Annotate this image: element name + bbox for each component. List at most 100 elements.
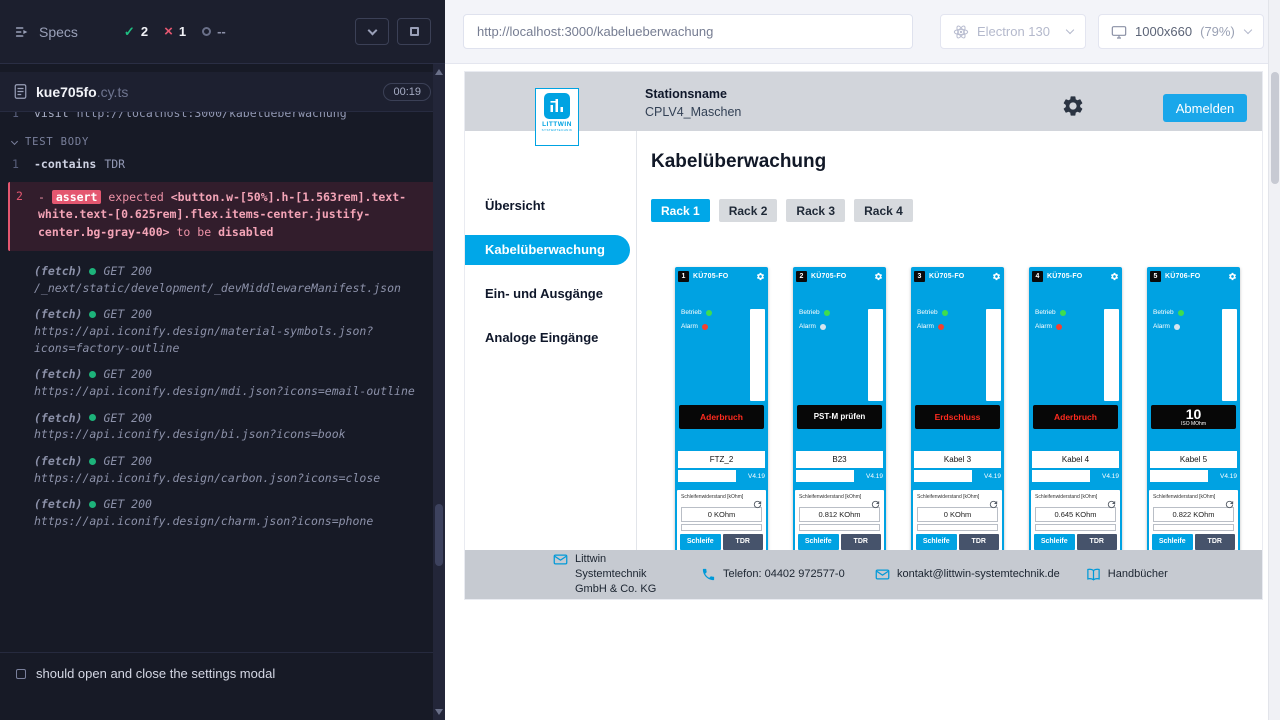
- cable-monitor-card: 1 KÜ705-FO Betrieb Alarm: [675, 267, 768, 550]
- cable-name-box[interactable]: Kabel 5: [1150, 451, 1237, 468]
- stop-tests-button[interactable]: [397, 18, 431, 45]
- sidebar-nav-item[interactable]: Kabelüberwachung: [465, 235, 630, 265]
- tdr-button[interactable]: TDR: [1077, 534, 1118, 550]
- cable-secondary-row: V4.19: [1032, 470, 1119, 482]
- schleife-button[interactable]: Schleife: [1034, 534, 1075, 550]
- scrollbar-thumb[interactable]: [435, 504, 443, 566]
- module-status-button[interactable]: 10 ISO MOhm: [1151, 405, 1236, 429]
- logout-button[interactable]: Abmelden: [1163, 94, 1247, 122]
- visit-command[interactable]: 1 visit http://localhost:3000/kabelueber…: [12, 112, 435, 122]
- footer-item[interactable]: Telefon: 04402 972577-0: [701, 567, 849, 582]
- module-gear-icon[interactable]: [992, 272, 1001, 281]
- schleife-button[interactable]: Schleife: [798, 534, 839, 550]
- specs-toggle[interactable]: Specs: [14, 24, 78, 40]
- refresh-icon[interactable]: [1106, 499, 1117, 510]
- rack-tab[interactable]: Rack 4: [854, 199, 913, 222]
- settings-gear-icon[interactable]: [1061, 94, 1085, 123]
- sidebar-nav-item[interactable]: Analoge Eingänge: [465, 323, 636, 353]
- status-subtext: ISO MOhm: [1181, 421, 1206, 427]
- failed-assert-command[interactable]: 2 - assert expected <button.w-[50%].h-[1…: [8, 182, 435, 251]
- viewport-zoom: (79%): [1200, 24, 1235, 39]
- module-status-button[interactable]: Erdschluss: [915, 405, 1000, 429]
- module-gear-icon[interactable]: [756, 272, 765, 281]
- viewport-selector[interactable]: 1000x660 (79%): [1098, 14, 1264, 49]
- spec-timer: 00:19: [383, 83, 431, 101]
- footer-text: kontakt@littwin-systemtechnik.de: [897, 567, 1060, 582]
- schleife-button[interactable]: Schleife: [1152, 534, 1193, 550]
- cable-name-box[interactable]: B23: [796, 451, 883, 468]
- cable-name-box[interactable]: FTZ_2: [678, 451, 765, 468]
- scroll-up-arrow[interactable]: [435, 69, 443, 75]
- tdr-button[interactable]: TDR: [959, 534, 1000, 550]
- module-status-button[interactable]: PST-M prüfen: [797, 405, 882, 429]
- footer-item[interactable]: kontakt@littwin-systemtechnik.de: [875, 567, 1060, 582]
- fetch-log-entry[interactable]: (fetch) GET 200 https://api.iconify.desi…: [12, 306, 435, 356]
- specs-icon: [14, 24, 30, 40]
- cable-name-box[interactable]: Kabel 3: [914, 451, 1001, 468]
- module-status-button[interactable]: Aderbruch: [679, 405, 764, 429]
- schleife-button[interactable]: Schleife: [916, 534, 957, 550]
- footer-icon: [875, 567, 890, 582]
- refresh-icon[interactable]: [752, 499, 763, 510]
- cable-secondary-row: V4.19: [1150, 470, 1237, 482]
- scroll-down-arrow[interactable]: [435, 709, 443, 715]
- url-input[interactable]: http://localhost:3000/kabelueberwachung: [463, 14, 913, 49]
- panel-buttons: Schleife TDR: [798, 534, 881, 550]
- level-meter: [986, 309, 1001, 401]
- fetch-log-entry[interactable]: (fetch) GET 200 https://api.iconify.desi…: [12, 410, 435, 443]
- spec-header[interactable]: kue705fo.cy.ts 00:19: [0, 72, 445, 112]
- fetch-head: (fetch) GET 200: [34, 453, 435, 470]
- stat-failed: ×1: [164, 23, 186, 40]
- alarm-led: [702, 324, 708, 330]
- electron-icon: [953, 24, 969, 40]
- rack-tab[interactable]: Rack 1: [651, 199, 710, 222]
- fetch-head: (fetch) GET 200: [34, 263, 435, 280]
- fetch-log-entry[interactable]: (fetch) GET 200 https://api.iconify.desi…: [12, 366, 435, 399]
- refresh-icon[interactable]: [1224, 499, 1235, 510]
- cable-name-box[interactable]: Kabel 4: [1032, 451, 1119, 468]
- module-status-button[interactable]: Aderbruch: [1033, 405, 1118, 429]
- runner-scrollbar[interactable]: [433, 64, 445, 720]
- module-gear-icon[interactable]: [1110, 272, 1119, 281]
- module-title: KÜ705-FO: [929, 273, 964, 280]
- page-title: Kabelüberwachung: [651, 151, 1262, 177]
- sidebar-nav-item[interactable]: Ein- und Ausgänge: [465, 279, 636, 309]
- collapsed-test-row[interactable]: should open and close the settings modal: [0, 652, 433, 694]
- fetch-log-entry[interactable]: (fetch) GET 200 https://api.iconify.desi…: [12, 496, 435, 529]
- page-scrollbar[interactable]: [1268, 0, 1280, 720]
- refresh-icon[interactable]: [988, 499, 999, 510]
- status-text: Aderbruch: [1054, 413, 1097, 422]
- refresh-icon[interactable]: [870, 499, 881, 510]
- rack-tab[interactable]: Rack 3: [786, 199, 845, 222]
- footer-item[interactable]: Handbücher: [1086, 567, 1168, 582]
- fetch-url: /_next/static/development/_devMiddleware…: [34, 280, 435, 297]
- browser-selector[interactable]: Electron 130: [940, 14, 1086, 49]
- level-meter: [868, 309, 883, 401]
- test-body-header[interactable]: TEST BODY: [12, 136, 435, 148]
- fetch-status: GET 200: [103, 453, 151, 470]
- tdr-button[interactable]: TDR: [1195, 534, 1236, 550]
- tdr-button[interactable]: TDR: [841, 534, 882, 550]
- alarm-led: [1056, 324, 1062, 330]
- betrieb-label: Betrieb: [1035, 309, 1056, 316]
- resistance-empty-box: [1153, 524, 1234, 531]
- contains-command[interactable]: 1 -contains TDR: [12, 156, 435, 173]
- betrieb-led: [1178, 310, 1184, 316]
- stop-icon: [410, 27, 419, 36]
- footer-item[interactable]: Littwin Systemtechnik GmbH & Co. KG: [553, 552, 675, 597]
- module-gear-icon[interactable]: [1228, 272, 1237, 281]
- page-scrollbar-thumb[interactable]: [1271, 72, 1279, 184]
- cable-empty-box: [796, 470, 854, 482]
- tdr-button[interactable]: TDR: [723, 534, 764, 550]
- rack-tab[interactable]: Rack 2: [719, 199, 778, 222]
- cable-monitor-card: 5 KÜ706-FO Betrieb Alarm: [1147, 267, 1240, 550]
- sidebar-nav-item[interactable]: Übersicht: [465, 191, 636, 221]
- collapse-all-button[interactable]: [355, 18, 389, 45]
- fetch-log-entry[interactable]: (fetch) GET 200 https://api.iconify.desi…: [12, 453, 435, 486]
- schleife-button[interactable]: Schleife: [680, 534, 721, 550]
- module-gear-icon[interactable]: [874, 272, 883, 281]
- fetch-log-entry[interactable]: (fetch) GET 200 /_next/static/developmen…: [12, 263, 435, 296]
- chevron-down-icon: [1066, 26, 1074, 34]
- alarm-label: Alarm: [799, 323, 816, 330]
- fetch-tag: (fetch): [34, 263, 82, 280]
